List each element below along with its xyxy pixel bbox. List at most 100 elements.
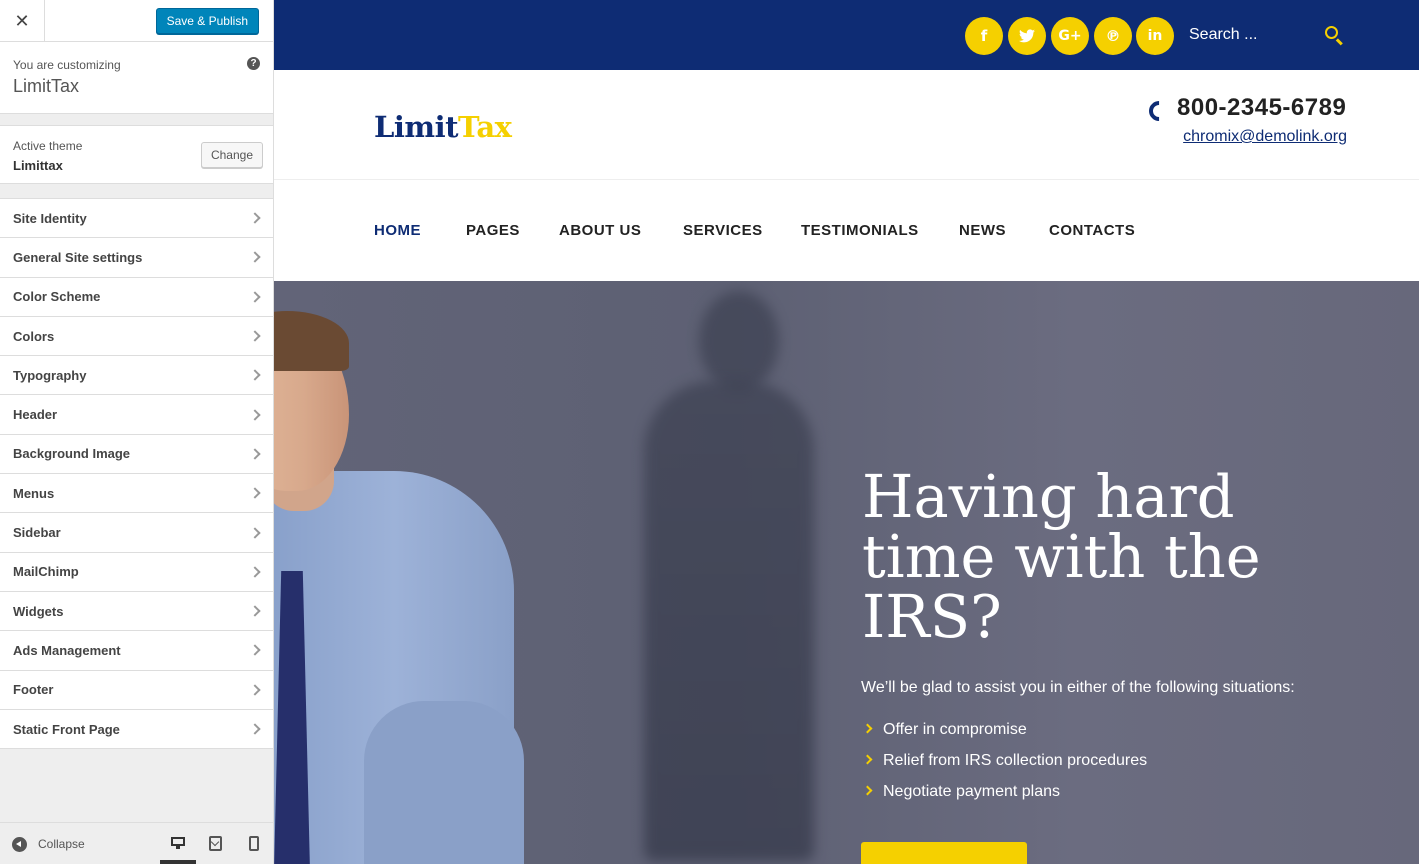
section-label: Typography xyxy=(13,367,87,383)
desktop-preview-icon[interactable] xyxy=(171,836,185,850)
chevron-right-icon xyxy=(862,723,873,734)
customizer-section-header[interactable]: Header xyxy=(0,395,273,435)
customizer-section-colors[interactable]: Colors xyxy=(0,316,273,357)
hero-subtitle: We’ll be glad to assist you in either of… xyxy=(861,679,1295,696)
chevron-right-icon xyxy=(249,212,261,224)
nav-item-about-us[interactable]: ABOUT US xyxy=(559,222,641,239)
chevron-right-icon xyxy=(249,684,261,696)
customizer-section-site-identity[interactable]: Site Identity xyxy=(0,199,273,239)
customizer-section-mailchimp[interactable]: MailChimp xyxy=(0,552,273,592)
section-label: Header xyxy=(13,407,58,423)
google-plus-icon[interactable]: G+ xyxy=(1051,17,1089,55)
chevron-right-icon xyxy=(249,408,261,421)
search-input[interactable]: Search ... xyxy=(1189,26,1257,44)
nav-item-services[interactable]: SERVICES xyxy=(683,222,763,239)
section-label: MailChimp xyxy=(13,564,79,580)
section-label: Site Identity xyxy=(13,210,87,226)
main-navigation: HOME PAGES ABOUT US SERVICES TESTIMONIAL… xyxy=(274,181,1419,281)
customizer-section-general-site-settings[interactable]: General Site settings xyxy=(0,238,273,278)
hero-background-image xyxy=(699,291,779,391)
nav-item-home[interactable]: HOME xyxy=(374,222,421,239)
chevron-right-icon xyxy=(249,566,261,578)
top-bar: f G+ ℗ in Search ... xyxy=(274,0,1419,70)
collapse-button[interactable]: Collapse xyxy=(38,837,85,851)
phone-icon xyxy=(1147,99,1165,117)
close-icon[interactable]: ✕ xyxy=(0,0,45,42)
section-label: Menus xyxy=(13,485,55,501)
help-icon[interactable]: ? xyxy=(247,57,260,70)
save-publish-button[interactable]: Save & Publish xyxy=(155,8,259,34)
chevron-right-icon xyxy=(862,754,873,765)
facebook-icon[interactable]: f xyxy=(965,17,1003,55)
site-name: LimitTax xyxy=(13,76,80,96)
customizing-info: You are customizing LimitTax ? xyxy=(0,42,273,114)
list-item: Negotiate payment plans xyxy=(862,783,1147,814)
section-label: Ads Management xyxy=(13,642,121,658)
hero-person-image xyxy=(274,311,349,371)
section-label: Static Front Page xyxy=(13,721,120,737)
section-label: General Site settings xyxy=(13,249,143,265)
chevron-right-icon xyxy=(249,526,261,539)
nav-item-testimonials[interactable]: TESTIMONIALS xyxy=(801,222,919,239)
customizing-label: You are customizing xyxy=(13,58,121,72)
customizer-section-static-front-page[interactable]: Static Front Page xyxy=(0,709,273,750)
section-label: Color Scheme xyxy=(13,289,101,305)
section-label: Background Image xyxy=(13,446,131,462)
customizer-section-color-scheme[interactable]: Color Scheme xyxy=(0,277,273,317)
active-device-indicator xyxy=(160,860,196,864)
chevron-right-icon xyxy=(249,448,261,460)
customizer-header: ✕ Save & Publish xyxy=(0,0,273,42)
customizer-section-sidebar[interactable]: Sidebar xyxy=(0,513,273,553)
list-item-text: Negotiate payment plans xyxy=(883,783,1060,800)
hero-background-image xyxy=(644,381,814,861)
customizer-section-menus[interactable]: Menus xyxy=(0,474,273,514)
chevron-right-icon xyxy=(249,251,261,264)
email-link[interactable]: chromix@demolink.org xyxy=(1183,128,1347,146)
active-theme-panel: Active theme Limittax Change xyxy=(0,126,273,184)
change-theme-button[interactable]: Change xyxy=(200,142,263,168)
chevron-right-icon xyxy=(249,487,261,499)
customizer-sections: Site Identity General Site settings Color … xyxy=(0,198,273,750)
customizer-section-background-image[interactable]: Background Image xyxy=(0,434,273,475)
chevron-right-icon xyxy=(249,723,261,735)
list-item-text: Relief from IRS collection procedures xyxy=(883,752,1148,769)
customizer-section-widgets[interactable]: Widgets xyxy=(0,591,273,632)
linkedin-icon[interactable]: in xyxy=(1136,17,1174,55)
nav-item-pages[interactable]: PAGES xyxy=(466,222,520,239)
customizer-section-typography[interactable]: Typography xyxy=(0,356,273,396)
customizer-section-footer[interactable]: Footer xyxy=(0,670,273,710)
list-item-text: Offer in compromise xyxy=(883,721,1027,738)
section-label: Widgets xyxy=(13,603,64,619)
customizer-panel: ✕ Save & Publish You are customizing Lim… xyxy=(0,0,274,864)
section-label: Footer xyxy=(13,682,54,698)
site-logo[interactable]: LimitTax xyxy=(374,110,512,144)
hero-list: Offer in compromise Relief from IRS coll… xyxy=(862,721,1148,814)
nav-item-news[interactable]: NEWS xyxy=(959,222,1006,239)
chevron-right-icon xyxy=(862,785,873,796)
mobile-preview-icon[interactable] xyxy=(249,836,259,851)
hero-cta-button[interactable] xyxy=(861,842,1027,864)
hero-person-image xyxy=(364,701,524,864)
site-preview: f G+ ℗ in Search ... LimitTax 800-2345-6… xyxy=(274,0,1419,864)
list-item: Relief from IRS collection procedures xyxy=(862,752,1148,783)
logo-text-accent: Tax xyxy=(458,110,512,144)
chevron-right-icon xyxy=(249,291,261,303)
customizer-section-ads-management[interactable]: Ads Management xyxy=(0,631,273,671)
chevron-right-icon xyxy=(249,369,261,381)
customizer-footer: Collapse xyxy=(0,822,273,864)
hero-section: Having hard time with the IRS? We’ll be … xyxy=(274,281,1419,864)
list-item: Offer in compromise xyxy=(862,721,1147,752)
tablet-preview-icon[interactable] xyxy=(209,836,222,851)
section-label: Colors xyxy=(13,328,55,344)
chevron-right-icon xyxy=(249,644,261,657)
nav-item-contacts[interactable]: CONTACTS xyxy=(1049,222,1135,239)
chevron-right-icon xyxy=(249,330,261,342)
collapse-arrow-icon[interactable] xyxy=(12,837,27,852)
phone-number: 800-2345-6789 xyxy=(1177,94,1347,121)
search-icon[interactable] xyxy=(1325,26,1345,46)
pinterest-icon[interactable]: ℗ xyxy=(1094,17,1132,55)
section-label: Sidebar xyxy=(13,525,61,541)
logo-text-primary: Limit xyxy=(374,110,459,144)
divider xyxy=(0,184,273,198)
twitter-icon[interactable] xyxy=(1008,17,1046,55)
